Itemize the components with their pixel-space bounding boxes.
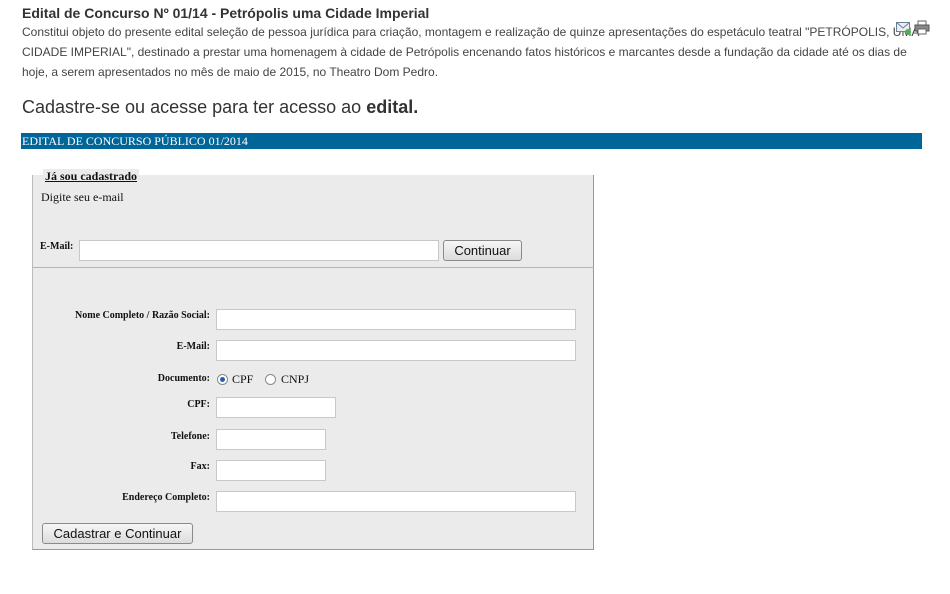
register-email-label: E-Mail:: [176, 341, 210, 352]
fax-input[interactable]: [216, 460, 326, 481]
name-input[interactable]: [216, 309, 576, 330]
cpf-label: CPF:: [187, 399, 210, 410]
edital-bar: EDITAL DE CONCURSO PÚBLICO 01/2014: [21, 133, 922, 149]
cnpj-radio-label: CNPJ: [281, 372, 310, 386]
register-continue-button[interactable]: Cadastrar e Continuar: [42, 523, 193, 544]
login-register-panel: Já sou cadastrado Digite seu e-mail E-Ma…: [32, 169, 594, 550]
login-legend: Já sou cadastrado: [43, 169, 140, 184]
cpf-radio[interactable]: [217, 374, 228, 385]
cpf-radio-label: CPF: [232, 372, 254, 386]
cadastre-heading: Cadastre-se ou acesse para ter acesso ao…: [22, 97, 418, 118]
phone-label: Telefone:: [170, 431, 210, 442]
login-email-label: E-Mail:: [40, 241, 74, 252]
cadastre-text: Cadastre-se ou acesse para ter acesso ao: [22, 97, 367, 117]
cadastre-emphasis: edital.: [366, 97, 419, 117]
cnpj-radio[interactable]: [265, 374, 276, 385]
divider: [33, 267, 594, 268]
login-email-input[interactable]: [79, 240, 439, 261]
login-hint: Digite seu e-mail: [41, 190, 124, 204]
page-title: Edital de Concurso Nº 01/14 - Petrópolis…: [22, 5, 430, 21]
continue-button[interactable]: Continuar: [443, 240, 522, 261]
fax-label: Fax:: [190, 461, 210, 472]
address-input[interactable]: [216, 491, 576, 512]
document-label: Documento:: [157, 373, 210, 384]
address-label: Endereço Completo:: [122, 492, 210, 503]
email-icon[interactable]: [896, 20, 911, 40]
cpf-input[interactable]: [216, 397, 336, 418]
edital-description: Constitui objeto do presente edital sele…: [22, 25, 919, 79]
action-icons: [896, 20, 930, 40]
register-email-input[interactable]: [216, 340, 576, 361]
name-label: Nome Completo / Razão Social:: [75, 310, 210, 321]
phone-input[interactable]: [216, 429, 326, 450]
print-icon[interactable]: [914, 20, 930, 40]
